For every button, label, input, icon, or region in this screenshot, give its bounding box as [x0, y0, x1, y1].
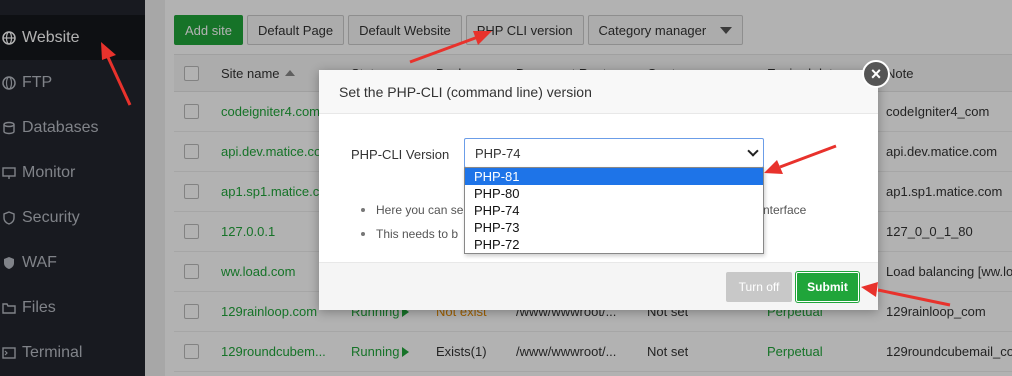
tip-item: This needs to b: [361, 222, 463, 246]
tip-text: This needs to b: [376, 227, 459, 241]
version-option[interactable]: PHP-73: [465, 219, 763, 236]
php-cli-version-label: PHP-CLI Version: [351, 147, 450, 162]
tips-list: Here you can se This needs to b: [361, 198, 463, 246]
dialog-title: Set the PHP-CLI (command line) version: [319, 70, 878, 114]
version-option[interactable]: PHP-81: [465, 168, 763, 185]
selected-version: PHP-74: [475, 145, 521, 161]
version-option[interactable]: PHP-72: [465, 236, 763, 253]
tip-text-tail: nterface: [763, 203, 807, 217]
version-options-list: PHP-81 PHP-80 PHP-74 PHP-73 PHP-72: [464, 167, 764, 254]
bullet-icon: [361, 232, 365, 236]
dialog-footer: Turn off Submit: [319, 262, 878, 310]
close-icon: ×: [864, 62, 888, 86]
version-option[interactable]: PHP-80: [465, 185, 763, 202]
close-button[interactable]: ×: [862, 60, 890, 88]
bullet-icon: [361, 208, 365, 212]
version-option[interactable]: PHP-74: [465, 202, 763, 219]
turn-off-button[interactable]: Turn off: [726, 272, 792, 302]
tip-item: Here you can se: [361, 198, 463, 222]
chevron-down-icon: [747, 145, 759, 157]
submit-button[interactable]: Submit: [795, 271, 860, 303]
tip-text: Here you can se: [376, 203, 464, 217]
php-cli-version-select[interactable]: PHP-74: [464, 138, 764, 168]
